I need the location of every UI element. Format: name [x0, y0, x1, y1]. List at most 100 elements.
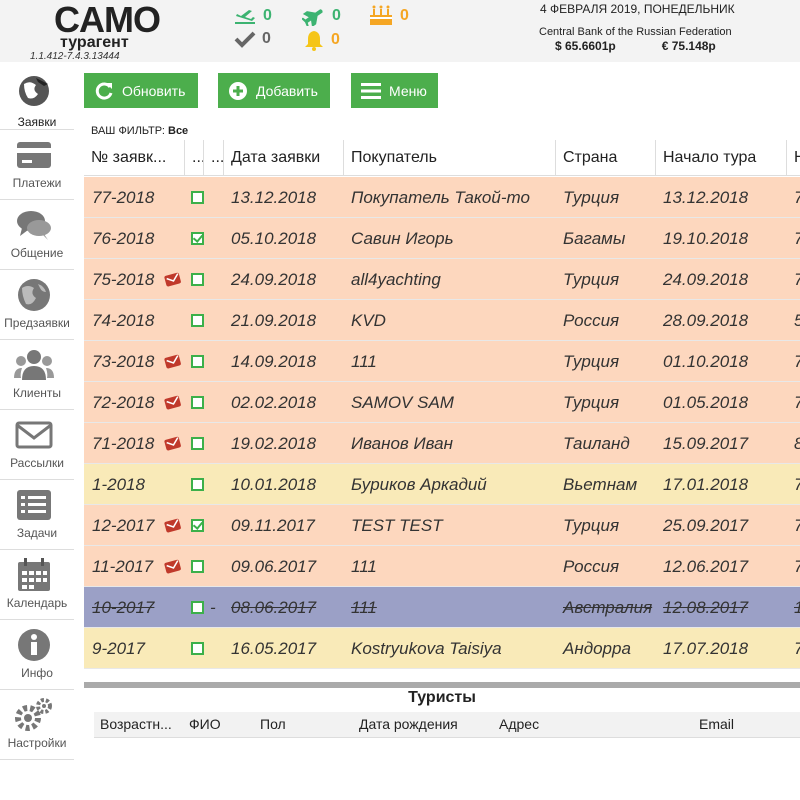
col-number[interactable]: № заявк...: [84, 140, 184, 176]
status-checkbox[interactable]: [191, 396, 204, 409]
table-row[interactable]: 76-2018 05.10.2018 Савин Игорь Багамы 19.10.…: [84, 218, 800, 259]
sidebar-item-info[interactable]: Инфо: [0, 620, 74, 690]
message-icon[interactable]: [164, 394, 182, 410]
table-row[interactable]: 12-2017 09.11.2017 TEST TEST Турция 25.09.20…: [84, 505, 800, 546]
tourists-col-email[interactable]: Email: [699, 716, 734, 732]
cell-tour-start: 15.09.2017: [663, 434, 749, 453]
sidebar-item-tasks[interactable]: Задачи: [0, 480, 74, 550]
table-row[interactable]: 71-2018 19.02.2018 Иванов Иван Таиланд 15.09…: [84, 423, 800, 464]
table-row[interactable]: 9-2017 16.05.2017 Kostryukova Taisiya Андор…: [84, 628, 800, 669]
task-list-icon: [17, 490, 51, 520]
table-row[interactable]: 1-2018 10.01.2018 Буриков Аркадий Вьетнам 17…: [84, 464, 800, 505]
hamburger-icon: [361, 82, 381, 99]
cell-tour-start: 25.09.2017: [663, 516, 749, 535]
current-date: 4 ФЕВРАЛЯ 2019, ПОНЕДЕЛЬНИК: [540, 2, 735, 16]
cell-country: Австралия: [563, 598, 653, 617]
sidebar-item-settings[interactable]: Настройки: [0, 690, 74, 760]
app-header: CAMO турагент 1.1.412-7.4.3.13444 0 0 0 …: [0, 0, 800, 62]
version-label: 1.1.412-7.4.3.13444: [30, 51, 120, 62]
sidebar-label: Клиенты: [12, 386, 62, 400]
sidebar-label: Платежи: [12, 176, 62, 190]
col-flag[interactable]: ...: [203, 140, 223, 176]
cell-extra: 7: [786, 218, 800, 259]
sidebar-label: Общение: [10, 246, 64, 260]
status-checkbox[interactable]: [191, 478, 204, 491]
returns-counter[interactable]: 0: [302, 6, 341, 26]
sidebar-label: Рассылки: [10, 456, 64, 470]
cell-buyer: all4yachting: [351, 270, 441, 289]
tourists-col-address[interactable]: Адрес: [499, 716, 539, 732]
tourists-col-age[interactable]: Возрастн...: [100, 716, 172, 732]
sidebar-item-mailings[interactable]: Рассылки: [0, 410, 74, 480]
menu-label: Меню: [389, 82, 427, 99]
gears-icon: [15, 698, 52, 731]
table-row[interactable]: 10-2017 08.06.2017 111 Австралия 12.08.2017 1…: [84, 587, 800, 628]
checkmark-icon: [234, 31, 256, 48]
add-button[interactable]: Добавить: [218, 73, 330, 108]
panel-divider[interactable]: [84, 682, 800, 688]
refresh-button[interactable]: Обновить: [84, 73, 198, 108]
filter-indicator: ВАШ ФИЛЬТР: Все: [91, 125, 188, 137]
status-checkbox[interactable]: [191, 355, 204, 368]
table-row[interactable]: 74-2018 21.09.2018 KVD Россия 28.09.2018 5: [84, 300, 800, 341]
table-row[interactable]: 75-2018 24.09.2018 all4yachting Турция 24.09…: [84, 259, 800, 300]
message-icon[interactable]: [164, 435, 182, 451]
sidebar-label: Предзаявки: [4, 316, 70, 330]
col-buyer[interactable]: Покупатель: [343, 140, 555, 176]
cell-tour-start: 19.10.2018: [663, 229, 749, 248]
col-date[interactable]: Дата заявки: [223, 140, 343, 176]
tourists-col-name[interactable]: ФИО: [189, 716, 221, 732]
cell-tour-start: 17.07.2018: [663, 639, 749, 658]
cell-extra: 5: [786, 300, 800, 341]
message-icon[interactable]: [164, 517, 182, 533]
cell-buyer: Буриков Аркадий: [351, 475, 487, 494]
table-row[interactable]: 72-2018 02.02.2018 SAMOV SAM Турция 01.05.20…: [84, 382, 800, 423]
table-row[interactable]: 73-2018 14.09.2018 111 Турция 01.10.2018 7: [84, 341, 800, 382]
message-icon[interactable]: [164, 558, 182, 574]
sidebar-item-prerequests[interactable]: Предзаявки: [0, 270, 74, 340]
col-country[interactable]: Страна: [555, 140, 655, 176]
status-checkbox[interactable]: [191, 191, 204, 204]
message-icon[interactable]: [164, 353, 182, 369]
chat-bubbles-icon: [17, 211, 51, 240]
birthdays-counter[interactable]: 0: [368, 5, 409, 27]
done-counter[interactable]: 0: [234, 30, 271, 48]
cell-number: 10-2017: [92, 598, 155, 617]
cell-date: 08.06.2017: [231, 598, 317, 617]
status-checkbox[interactable]: [191, 437, 204, 450]
menu-button[interactable]: Меню: [351, 73, 438, 108]
cell-number: 12-2017: [92, 516, 155, 535]
cell-extra: 7: [786, 259, 800, 300]
sidebar-item-chat[interactable]: Общение: [0, 200, 74, 270]
alerts-counter[interactable]: 0: [303, 29, 340, 51]
table-row[interactable]: 11-2017 09.06.2017 111 Россия 12.06.2017 7: [84, 546, 800, 587]
message-icon[interactable]: [164, 271, 182, 287]
cell-extra: 7: [786, 628, 800, 669]
departures-counter[interactable]: 0: [233, 6, 272, 26]
sidebar-item-clients[interactable]: Клиенты: [0, 340, 74, 410]
grid-header: № заявк... ... ... Дата заявки Покупател…: [84, 140, 800, 176]
tourists-col-birthdate[interactable]: Дата рождения: [359, 716, 458, 732]
cell-number: 9-2017: [92, 639, 145, 658]
cell-date: 24.09.2018: [231, 270, 317, 289]
status-checkbox[interactable]: [191, 642, 204, 655]
currency-rates: $ 65.6601р € 75.148р: [555, 39, 716, 53]
tourists-col-gender[interactable]: Пол: [260, 716, 286, 732]
col-status[interactable]: ...: [184, 140, 203, 176]
cell-buyer: 111: [351, 352, 377, 371]
sidebar-item-calendar[interactable]: Календарь: [0, 550, 74, 620]
col-tour-start[interactable]: Начало тура: [655, 140, 786, 176]
status-checkbox[interactable]: [191, 560, 204, 573]
cell-number: 72-2018: [92, 393, 155, 412]
sidebar-item-payments[interactable]: Платежи: [0, 130, 74, 200]
cell-buyer: TEST TEST: [351, 516, 443, 535]
status-checkbox[interactable]: [191, 232, 204, 245]
col-extra[interactable]: Н: [786, 140, 800, 176]
status-checkbox[interactable]: [191, 273, 204, 286]
info-icon: [18, 629, 50, 661]
returns-count: 0: [332, 7, 341, 24]
status-checkbox[interactable]: [191, 314, 204, 327]
status-checkbox[interactable]: [191, 519, 204, 532]
sidebar-item-requests[interactable]: Заявки: [0, 66, 74, 130]
table-row[interactable]: 77-2018 13.12.2018 Покупатель Такой-то Турц…: [84, 177, 800, 218]
